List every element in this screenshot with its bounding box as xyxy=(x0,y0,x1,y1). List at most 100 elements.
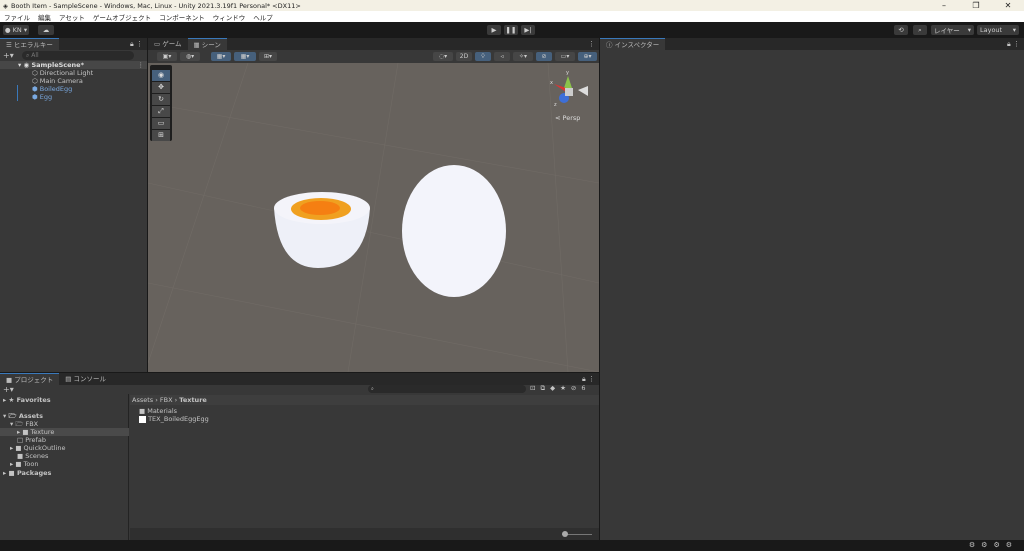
tree-item-texture[interactable]: ▸ ■ Texture xyxy=(17,428,54,436)
lock-icon[interactable]: 🔒︎ ⋮ xyxy=(582,375,595,384)
tree-item-scenes[interactable]: ■ Scenes xyxy=(17,452,48,460)
project-panel: ■ プロジェクト ▤ コンソール 🔒︎ ⋮ +▾ ⌕ ⊡⧉◆★⊘6 ▸ ★ Fa… xyxy=(0,373,599,540)
grid-snap-dropdown[interactable]: ▦▾ xyxy=(211,52,231,61)
tree-item-quickoutline[interactable]: ▸ ■ QuickOutline xyxy=(10,444,65,452)
scene-toolbar: ▣▾ ◍▾ ▦▾ ▦▾ ⊞▾ ◌▾ 2D 💡︎ ◃ ✧▾ ⊘ ▭▾ ⊕▾ xyxy=(148,50,599,63)
hidden-objects-toggle[interactable]: ⊘ xyxy=(536,52,552,61)
svg-text:y: y xyxy=(566,70,569,76)
pause-button[interactable]: ❚❚ xyxy=(504,25,518,35)
hierarchy-item[interactable]: ⬡ Directional Light xyxy=(32,69,93,77)
menu-gameobject[interactable]: ゲームオブジェクト xyxy=(89,12,155,22)
menu-component[interactable]: コンポーネント xyxy=(155,12,209,22)
minimize-button[interactable]: – xyxy=(928,0,960,11)
shading-dropdown[interactable]: ◌▾ xyxy=(433,52,453,61)
menu-window[interactable]: ウィンドウ xyxy=(209,12,250,22)
audio-toggle[interactable]: ◃ xyxy=(494,52,510,61)
scene-viewport[interactable]: ◉ ✥ ↻ ⤢ ▭ ⊞ y x z ⋖ Persp xyxy=(148,63,599,372)
project-search-input[interactable]: ⌕ xyxy=(368,385,526,393)
slider-thumb[interactable] xyxy=(562,531,568,537)
hierarchy-search-input[interactable]: ⌕ All xyxy=(22,51,134,60)
history-icon: ⟲ xyxy=(898,26,904,34)
rotate-tool[interactable]: ↻ xyxy=(152,94,170,105)
play-button[interactable]: ▶ xyxy=(487,25,501,35)
rect-tool[interactable]: ▭ xyxy=(152,118,170,129)
layers-dropdown[interactable]: レイヤー ▾ xyxy=(931,25,974,35)
orientation-gizmo[interactable]: y x z xyxy=(548,68,593,108)
create-button[interactable]: +▾ xyxy=(3,51,14,60)
lock-icon[interactable]: 🔒︎ ⋮ xyxy=(1007,40,1020,49)
draw-mode-dropdown[interactable]: ▣▾ xyxy=(157,52,177,61)
status-bar: ⚙⚙⚙⚙ xyxy=(0,540,1024,551)
cloud-button[interactable]: ☁ xyxy=(38,25,54,35)
history-button[interactable]: ⟲ xyxy=(894,25,908,35)
inspector-panel: ⓘ インスペクター 🔒︎ ⋮ xyxy=(600,38,1024,540)
maximize-button[interactable]: ❐ xyxy=(960,0,992,11)
move-tool[interactable]: ✥ xyxy=(152,82,170,93)
tab-hierarchy[interactable]: ☰ ヒエラルキー xyxy=(0,38,59,50)
tab-game[interactable]: ▭ ゲーム xyxy=(148,38,188,50)
hierarchy-item[interactable]: ⬢ Egg xyxy=(32,93,52,101)
scene-menu-icon[interactable]: ⋮ xyxy=(138,61,145,69)
tab-console[interactable]: ▤ コンソール xyxy=(59,373,112,385)
chevron-down-icon: ▾ xyxy=(967,26,971,34)
scene-globe-dropdown[interactable]: ◍▾ xyxy=(180,52,200,61)
scene-row[interactable]: ▾ ◉ SampleScene* ⋮ xyxy=(0,61,147,69)
breadcrumb-assets[interactable]: Assets xyxy=(132,396,153,404)
menu-edit[interactable]: 編集 xyxy=(34,12,55,22)
lighting-toggle[interactable]: 💡︎ xyxy=(475,52,491,61)
hierarchy-item[interactable]: ⬡ Main Camera xyxy=(32,77,83,85)
view-tool[interactable]: ◉ xyxy=(152,70,170,81)
title-bar: ◈ Booth Item - SampleScene - Windows, Ma… xyxy=(0,0,1024,11)
increment-snap-dropdown[interactable]: ⊞▾ xyxy=(259,52,277,61)
scale-tool[interactable]: ⤢ xyxy=(152,106,170,117)
menu-help[interactable]: ヘルプ xyxy=(249,12,277,22)
packages-item[interactable]: ▸ ■ Packages xyxy=(3,469,51,477)
user-icon: ● xyxy=(4,26,13,34)
status-icons[interactable]: ⚙⚙⚙⚙ xyxy=(969,541,1018,549)
grid-lines xyxy=(148,63,599,372)
scene-render xyxy=(148,63,599,372)
breadcrumb-texture[interactable]: Texture xyxy=(179,396,207,404)
camera-dropdown[interactable]: ▭▾ xyxy=(555,52,575,61)
perspective-label[interactable]: ⋖ Persp xyxy=(555,114,580,122)
tool-palette: ◉ ✥ ↻ ⤢ ▭ ⊞ xyxy=(150,65,172,141)
svg-text:x: x xyxy=(550,80,553,86)
gizmos-dropdown[interactable]: ⊕▾ xyxy=(578,52,597,61)
account-button[interactable]: ● KN ▾ xyxy=(3,25,29,35)
egg xyxy=(402,165,506,297)
lock-icon[interactable]: 🔒︎ ⋮ xyxy=(130,40,143,49)
menu-file[interactable]: ファイル xyxy=(0,12,34,22)
texture-thumbnail xyxy=(139,415,146,423)
boiled-egg xyxy=(274,192,370,268)
grid-dropdown[interactable]: ▦▾ xyxy=(234,52,256,61)
tree-item-toon[interactable]: ▸ ■ Toon xyxy=(10,460,39,468)
step-button[interactable]: ▶| xyxy=(521,25,535,35)
tree-item-prefab[interactable]: □ Prefab xyxy=(17,436,46,444)
layout-dropdown[interactable]: Layout ▾ xyxy=(977,25,1019,35)
search-button[interactable]: ⌕ xyxy=(913,25,927,35)
file-item[interactable]: ■ Materials xyxy=(139,407,177,415)
tab-project[interactable]: ■ プロジェクト xyxy=(0,373,60,385)
project-footer xyxy=(130,528,599,540)
menu-assets[interactable]: アセット xyxy=(55,12,89,22)
svg-text:z: z xyxy=(554,102,557,108)
create-button[interactable]: +▾ xyxy=(3,385,14,394)
tree-item-fbx[interactable]: ▾ 🗁︎ FBX xyxy=(10,420,38,428)
search-filters[interactable]: ⊡⧉◆★⊘6 xyxy=(530,384,586,393)
hierarchy-panel: ☰ ヒエラルキー 🔒︎ ⋮ +▾ ⌕ All ▾ ◉ SampleScene* … xyxy=(0,38,147,372)
chevron-down-icon: ▾ xyxy=(1012,26,1016,34)
panel-menu-icon[interactable]: ⋮ xyxy=(588,40,595,48)
close-button[interactable]: ✕ xyxy=(992,0,1024,11)
search-icon: ⌕ xyxy=(918,25,922,34)
file-item[interactable]: TEX_BoiledEggEgg xyxy=(139,415,209,423)
assets-item[interactable]: ▾ 🗁︎ Assets xyxy=(3,412,43,420)
tab-scene[interactable]: ▦ シーン xyxy=(187,38,227,50)
2d-toggle[interactable]: 2D xyxy=(456,52,472,61)
hierarchy-item[interactable]: ⬢ BoiledEgg xyxy=(32,85,72,93)
effects-dropdown[interactable]: ✧▾ xyxy=(513,52,533,61)
transform-tool[interactable]: ⊞ xyxy=(152,130,170,141)
favorites-item[interactable]: ▸ ★ Favorites xyxy=(3,396,51,404)
breadcrumb-fbx[interactable]: FBX xyxy=(160,396,173,404)
tab-inspector[interactable]: ⓘ インスペクター xyxy=(600,38,666,50)
prefab-marker xyxy=(17,85,18,101)
